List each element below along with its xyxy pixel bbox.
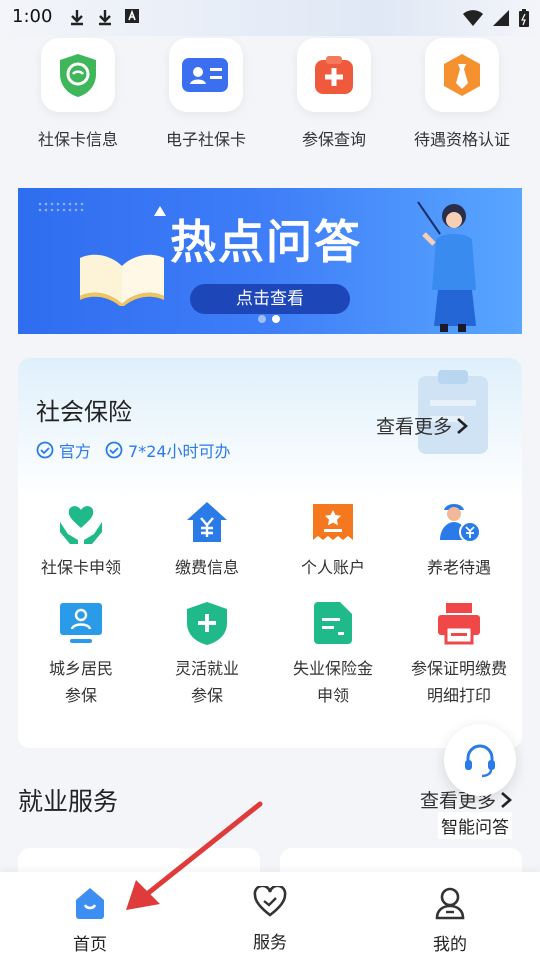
banner-title: 热点问答: [170, 215, 362, 269]
tag-label: 官方: [59, 442, 92, 461]
download-icon: [99, 10, 111, 26]
si-item-unemployment-benefit[interactable]: 失业保险金 申领: [270, 599, 396, 709]
si-item-personal-account[interactable]: 个人账户: [270, 498, 396, 581]
si-label: 灵活就业 参保: [174, 659, 239, 705]
si-label: 养老待遇: [426, 558, 491, 577]
shield-plus-icon: [187, 602, 227, 645]
printer-icon: [438, 603, 480, 645]
si-item-resident-insurance[interactable]: 城乡居民 参保: [18, 599, 144, 709]
smart-qa-label: 智能问答: [438, 812, 512, 839]
open-book-icon: [80, 254, 164, 306]
banner-pagination: [258, 315, 280, 323]
signal-icon: [493, 10, 509, 26]
quick-services: 社保卡信息 电子社保卡 参保查询 待遇资格认证: [0, 38, 540, 150]
tag-24h: 7*24小时可办: [105, 438, 231, 462]
font-icon: [125, 9, 139, 23]
yuan-house-icon: [187, 502, 227, 542]
battery-icon: [519, 9, 529, 27]
quick-label: 参保查询: [301, 130, 366, 149]
social-insurance-more-link[interactable]: 查看更多: [376, 412, 468, 439]
si-label: 失业保险金 申领: [292, 659, 373, 705]
tab-mine[interactable]: 我的: [360, 872, 540, 960]
more-label: 查看更多: [375, 416, 452, 438]
wifi-icon: [463, 10, 483, 26]
si-label: 个人账户: [300, 558, 365, 577]
tab-label: 我的: [433, 935, 467, 955]
quick-label: 社保卡信息: [37, 130, 118, 149]
social-insurance-tags: 官方 7*24小时可办: [36, 438, 231, 462]
headset-icon: [465, 744, 495, 778]
social-insurance-title: 社会保险: [36, 398, 132, 426]
si-label: 参保证明缴费 明细打印: [410, 659, 507, 705]
si-item-card-apply[interactable]: 社保卡申领: [18, 498, 144, 581]
chevron-right-icon: [501, 791, 512, 808]
tag-label: 7*24小时可办: [128, 442, 231, 461]
status-time: 1:00: [12, 6, 53, 27]
social-insurance-card: 社会保险 查看更多 官方 7*24小时可办 社保卡申领 缴费信息 个人账户 养老…: [18, 358, 522, 748]
status-bar: 1:00: [0, 0, 540, 36]
employment-title: 就业服务: [18, 787, 119, 816]
si-item-pension[interactable]: 养老待遇: [396, 498, 522, 581]
check-circle-icon: [36, 441, 54, 459]
hot-qa-banner[interactable]: 热点问答 点击查看: [18, 188, 522, 334]
monitor-user-icon: [60, 603, 102, 643]
tab-label: 首页: [73, 935, 107, 955]
home-icon: [76, 888, 104, 919]
elder-yuan-icon: [440, 504, 481, 543]
si-label: 缴费信息: [174, 558, 239, 577]
si-item-flexible-employment[interactable]: 灵活就业 参保: [144, 599, 270, 709]
banner-view-button[interactable]: 点击查看: [190, 284, 350, 314]
document-icon: [314, 602, 352, 644]
quick-label: 电子社保卡: [165, 130, 246, 149]
tie-badge-icon: [444, 54, 480, 96]
si-item-certificate-print[interactable]: 参保证明缴费 明细打印: [396, 599, 522, 709]
si-item-payment-info[interactable]: 缴费信息: [144, 498, 270, 581]
social-card-shield-icon: [60, 54, 96, 97]
dotted-pattern-icon: [38, 202, 84, 212]
id-card-icon: [182, 58, 228, 92]
bottom-tab-bar: 首页 服务 我的: [0, 872, 540, 960]
smart-qa-button[interactable]: [444, 724, 516, 796]
check-circle-icon: [105, 441, 123, 459]
quick-label: 待遇资格认证: [413, 130, 510, 149]
presenter-woman-icon: [417, 201, 476, 332]
download-icon: [71, 10, 83, 26]
hands-heart-icon: [60, 506, 102, 544]
social-insurance-grid: 社保卡申领 缴费信息 个人账户 养老待遇 城乡居民 参保 灵活就业 参保 失业保…: [18, 498, 522, 709]
si-label: 城乡居民 参保: [48, 659, 113, 705]
tab-label: 服务: [253, 933, 287, 953]
quick-item-e-social-card[interactable]: 电子社保卡: [144, 38, 268, 150]
user-icon: [435, 887, 465, 920]
quick-item-qualification-cert[interactable]: 待遇资格认证: [400, 38, 524, 150]
account-ticket-icon: [313, 504, 353, 540]
triangle-deco-icon: [154, 206, 166, 216]
quick-item-insurance-query[interactable]: 参保查询: [272, 38, 396, 150]
chevron-right-icon: [457, 417, 468, 434]
banner-dot-active[interactable]: [272, 315, 280, 323]
si-label: 社保卡申领: [40, 558, 121, 577]
medical-plus-icon: [315, 56, 353, 94]
annotation-arrow-icon: [126, 801, 263, 910]
tag-official: 官方: [36, 438, 91, 462]
banner-dot[interactable]: [258, 315, 266, 323]
quick-item-social-card-info[interactable]: 社保卡信息: [16, 38, 140, 150]
